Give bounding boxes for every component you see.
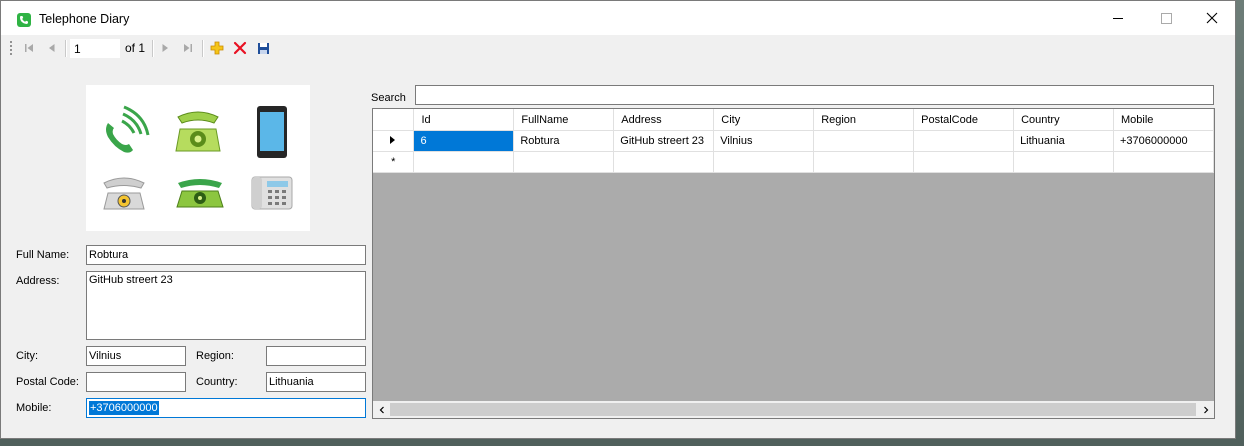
toolbar-grip[interactable] bbox=[10, 40, 12, 57]
new-cell[interactable] bbox=[713, 151, 815, 173]
scroll-thumb[interactable] bbox=[390, 403, 1196, 416]
rotary-phone-icon bbox=[175, 111, 221, 152]
window-title: Telephone Diary bbox=[39, 12, 130, 26]
contacts-grid[interactable]: Id FullName Address City Region PostalCo… bbox=[372, 108, 1215, 419]
scroll-right-button[interactable] bbox=[1197, 401, 1214, 418]
postal-code-field[interactable] bbox=[86, 372, 186, 392]
search-input[interactable] bbox=[415, 85, 1214, 105]
save-button[interactable] bbox=[253, 38, 273, 58]
country-field[interactable] bbox=[266, 372, 366, 392]
green-rotary-phone-icon bbox=[176, 179, 224, 208]
column-header-id[interactable]: Id bbox=[413, 109, 515, 131]
toolbar-separator bbox=[65, 40, 67, 57]
move-first-icon bbox=[25, 44, 33, 52]
move-previous-button[interactable] bbox=[42, 38, 62, 58]
region-label: Region: bbox=[196, 350, 234, 362]
cell-region[interactable] bbox=[813, 130, 915, 152]
scroll-left-button[interactable] bbox=[373, 401, 390, 418]
column-header-mobile[interactable]: Mobile bbox=[1113, 109, 1214, 131]
new-cell[interactable] bbox=[1113, 151, 1214, 173]
new-cell[interactable] bbox=[613, 151, 715, 173]
move-last-icon bbox=[184, 44, 192, 52]
desk-phone-icon bbox=[103, 177, 145, 210]
region-field[interactable] bbox=[266, 346, 366, 366]
mobile-field[interactable]: +3706000000 bbox=[86, 398, 366, 418]
column-header-country[interactable]: Country bbox=[1013, 109, 1114, 131]
postal-code-label: Postal Code: bbox=[16, 376, 79, 388]
new-cell[interactable] bbox=[1013, 151, 1114, 173]
search-label: Search bbox=[371, 92, 406, 104]
cell-mobile[interactable]: +3706000000 bbox=[1113, 130, 1214, 152]
delete-icon bbox=[233, 41, 247, 55]
toolbar-separator bbox=[152, 40, 154, 57]
binding-navigator: of 1 bbox=[1, 35, 1235, 63]
cell-fullname[interactable]: Robtura bbox=[513, 130, 615, 152]
minimize-button[interactable] bbox=[1095, 1, 1141, 35]
move-next-button[interactable] bbox=[155, 38, 175, 58]
phone-icon bbox=[17, 13, 31, 27]
cell-postalcode[interactable] bbox=[913, 130, 1015, 152]
move-first-button[interactable] bbox=[19, 38, 39, 58]
maximize-button[interactable] bbox=[1143, 1, 1189, 35]
corner-header[interactable] bbox=[373, 109, 415, 131]
column-header-address[interactable]: Address bbox=[613, 109, 715, 131]
position-input[interactable] bbox=[70, 39, 120, 58]
main-window: Telephone Diary of 1 bbox=[0, 0, 1236, 439]
smartphone-icon bbox=[257, 106, 287, 158]
row-header[interactable] bbox=[373, 130, 415, 152]
mobile-call-icon bbox=[106, 105, 150, 153]
new-row[interactable]: * bbox=[373, 151, 1214, 173]
contacts-table: Id FullName Address City Region PostalCo… bbox=[373, 109, 1214, 173]
title-bar[interactable]: Telephone Diary bbox=[1, 1, 1235, 35]
maximize-icon bbox=[1160, 12, 1172, 24]
full-name-label: Full Name: bbox=[16, 249, 70, 261]
chevron-right-icon bbox=[1203, 406, 1208, 413]
cell-country[interactable]: Lithuania bbox=[1013, 130, 1114, 152]
cell-city[interactable]: Vilnius bbox=[713, 130, 815, 152]
close-icon bbox=[1206, 12, 1218, 24]
mobile-label: Mobile: bbox=[16, 402, 52, 414]
full-name-field[interactable] bbox=[86, 245, 366, 265]
cell-address[interactable]: GitHub streert 23 bbox=[613, 130, 715, 152]
column-header-fullname[interactable]: FullName bbox=[513, 109, 615, 131]
cell-id[interactable]: 6 bbox=[413, 130, 515, 152]
new-cell[interactable] bbox=[813, 151, 915, 173]
chevron-left-icon bbox=[379, 406, 384, 413]
column-header-city[interactable]: City bbox=[713, 109, 815, 131]
new-row-header[interactable]: * bbox=[373, 151, 415, 173]
move-last-button[interactable] bbox=[178, 38, 198, 58]
move-previous-icon bbox=[49, 44, 55, 52]
toolbar-separator bbox=[202, 40, 204, 57]
column-header-postalcode[interactable]: PostalCode bbox=[913, 109, 1015, 131]
city-field[interactable] bbox=[86, 346, 186, 366]
address-field[interactable]: GitHub streert 23 bbox=[86, 271, 366, 340]
city-label: City: bbox=[16, 350, 38, 362]
add-icon bbox=[210, 41, 224, 55]
table-row[interactable]: 6 Robtura GitHub streert 23 Vilnius Lith… bbox=[373, 130, 1214, 152]
count-label: of 1 bbox=[125, 41, 146, 55]
office-phone-icon bbox=[251, 176, 293, 210]
address-label: Address: bbox=[16, 275, 60, 287]
current-row-icon bbox=[390, 135, 396, 144]
new-cell[interactable] bbox=[513, 151, 615, 173]
move-next-icon bbox=[162, 44, 168, 52]
add-new-button[interactable] bbox=[207, 38, 227, 58]
close-button[interactable] bbox=[1189, 1, 1235, 35]
horizontal-scrollbar[interactable] bbox=[373, 401, 1214, 418]
delete-button[interactable] bbox=[230, 38, 250, 58]
column-header-region[interactable]: Region bbox=[813, 109, 915, 131]
mobile-value: +3706000000 bbox=[89, 401, 159, 415]
save-icon bbox=[257, 42, 269, 54]
header-row: Id FullName Address City Region PostalCo… bbox=[373, 109, 1214, 131]
minimize-icon bbox=[1113, 17, 1123, 19]
contact-picture bbox=[86, 85, 310, 231]
new-cell[interactable] bbox=[413, 151, 515, 173]
country-label: Country: bbox=[196, 376, 238, 388]
new-cell[interactable] bbox=[913, 151, 1015, 173]
